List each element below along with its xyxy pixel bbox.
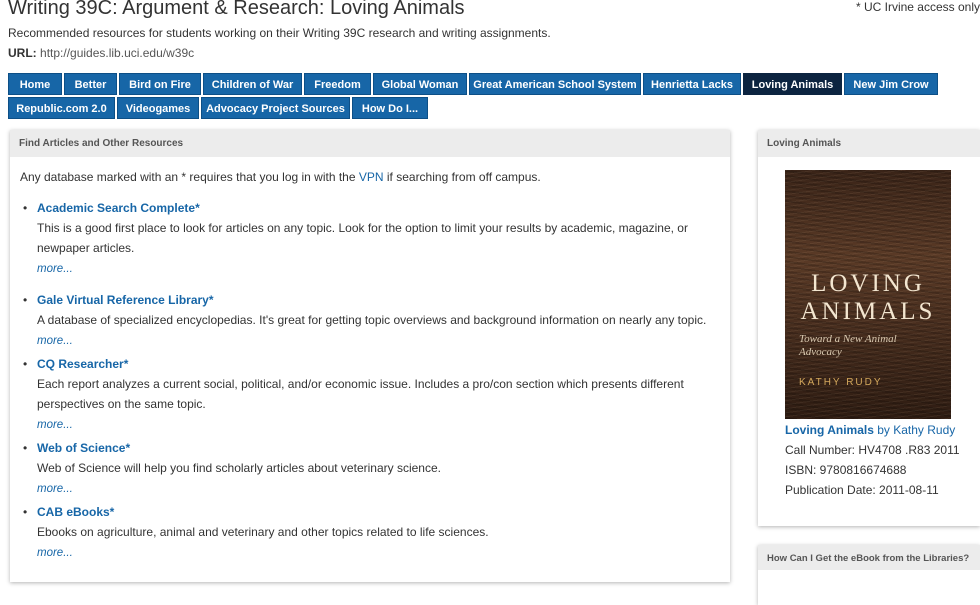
more-link[interactable]: more... — [37, 419, 73, 431]
bullet: • — [23, 441, 28, 455]
more-link[interactable]: more... — [37, 547, 73, 559]
tab-bird-on-fire[interactable]: Bird on Fire — [119, 73, 201, 95]
resource-description: This is a good first place to look for a… — [37, 221, 688, 255]
resource-description: A database of specialized encyclopedias.… — [37, 313, 707, 327]
tab-advocacy-project-sources[interactable]: Advocacy Project Sources — [201, 97, 350, 119]
tab-freedom[interactable]: Freedom — [304, 73, 371, 95]
cover-title-line1: LOVING — [811, 270, 925, 297]
articles-panel-header: Find Articles and Other Resources — [10, 130, 730, 157]
guide-description: Recommended resources for students worki… — [8, 26, 551, 40]
bullet: • — [23, 505, 28, 519]
articles-panel: Find Articles and Other Resources Any da… — [10, 130, 730, 582]
resource-description: Web of Science will help you find schola… — [37, 461, 441, 475]
book-author: by Kathy Rudy — [873, 423, 956, 437]
resource-academic-search-complete: • Academic Search Complete* This is a go… — [23, 198, 717, 279]
ebook-help-panel: How Can I Get the eBook from the Librari… — [758, 545, 980, 605]
vpn-note-text: Any database marked with an * requires t… — [20, 170, 359, 184]
more-link[interactable]: more... — [37, 335, 73, 347]
tab-global-woman[interactable]: Global Woman — [373, 73, 467, 95]
resource-title-link[interactable]: Web of Science* — [37, 441, 130, 455]
book-panel: Loving Animals LOVING ANIMALS Toward a N… — [758, 130, 980, 526]
page-title: Writing 39C: Argument & Research: Loving… — [8, 0, 465, 19]
tab-loving-animals[interactable]: Loving Animals — [743, 73, 842, 95]
resource-description: Ebooks on agriculture, animal and veteri… — [37, 525, 489, 539]
more-link[interactable]: more... — [37, 483, 73, 495]
tab-new-jim-crow[interactable]: New Jim Crow — [844, 73, 938, 95]
tab-videogames[interactable]: Videogames — [117, 97, 199, 119]
resource-title-link[interactable]: Gale Virtual Reference Library* — [37, 293, 214, 307]
tab-great-american-school-system[interactable]: Great American School System — [469, 73, 641, 95]
resource-gale-virtual-reference-library: • Gale Virtual Reference Library* A data… — [23, 290, 717, 351]
tab-henrietta-lacks[interactable]: Henrietta Lacks — [643, 73, 741, 95]
url-label: URL: — [8, 46, 37, 60]
resource-cab-ebooks: • CAB eBooks* Ebooks on agriculture, ani… — [23, 502, 717, 563]
resource-title-link[interactable]: Academic Search Complete* — [37, 201, 200, 215]
more-link[interactable]: more... — [37, 263, 73, 275]
resource-description: Each report analyzes a current social, p… — [37, 377, 684, 411]
tab-children-of-war[interactable]: Children of War — [203, 73, 302, 95]
publication-date: Publication Date: 2011-08-11 — [785, 483, 939, 497]
guide-url: URL: http://guides.lib.uci.edu/w39c — [8, 46, 194, 60]
vpn-note: Any database marked with an * requires t… — [20, 170, 541, 184]
isbn: ISBN: 9780816674688 — [785, 463, 907, 477]
cover-title-line2: ANIMALS — [800, 298, 936, 325]
vpn-note-text-end: if searching from off campus. — [383, 170, 541, 184]
bullet: • — [23, 201, 28, 215]
tab-how-do-i[interactable]: How Do I... — [352, 97, 428, 119]
book-panel-header: Loving Animals — [758, 130, 980, 157]
cover-subtitle: Toward a New Animal Advocacy — [799, 333, 897, 358]
tab-better[interactable]: Better — [64, 73, 117, 95]
tab-republic-com[interactable]: Republic.com 2.0 — [8, 97, 115, 119]
ebook-help-panel-header: How Can I Get the eBook from the Librari… — [758, 545, 980, 570]
resource-title-link[interactable]: CAB eBooks* — [37, 505, 114, 519]
vpn-link[interactable]: VPN — [359, 170, 384, 184]
resource-title-link[interactable]: CQ Researcher* — [37, 357, 128, 371]
tab-home[interactable]: Home — [8, 73, 62, 95]
book-cover-image[interactable]: LOVING ANIMALS Toward a New Animal Advoc… — [785, 170, 951, 419]
url-value: http://guides.lib.uci.edu/w39c — [40, 46, 195, 60]
cover-author: KATHY RUDY — [799, 377, 883, 388]
access-note: * UC Irvine access only — [855, 0, 980, 14]
call-number: Call Number: HV4708 .R83 2011 — [785, 443, 960, 457]
book-info: Loving Animals by Kathy Rudy Call Number… — [785, 420, 960, 500]
bullet: • — [23, 357, 28, 371]
resource-web-of-science: • Web of Science* Web of Science will he… — [23, 438, 717, 499]
bullet: • — [23, 293, 28, 307]
resource-cq-researcher: • CQ Researcher* Each report analyzes a … — [23, 354, 717, 435]
book-title-link[interactable]: Loving Animals — [785, 423, 874, 437]
